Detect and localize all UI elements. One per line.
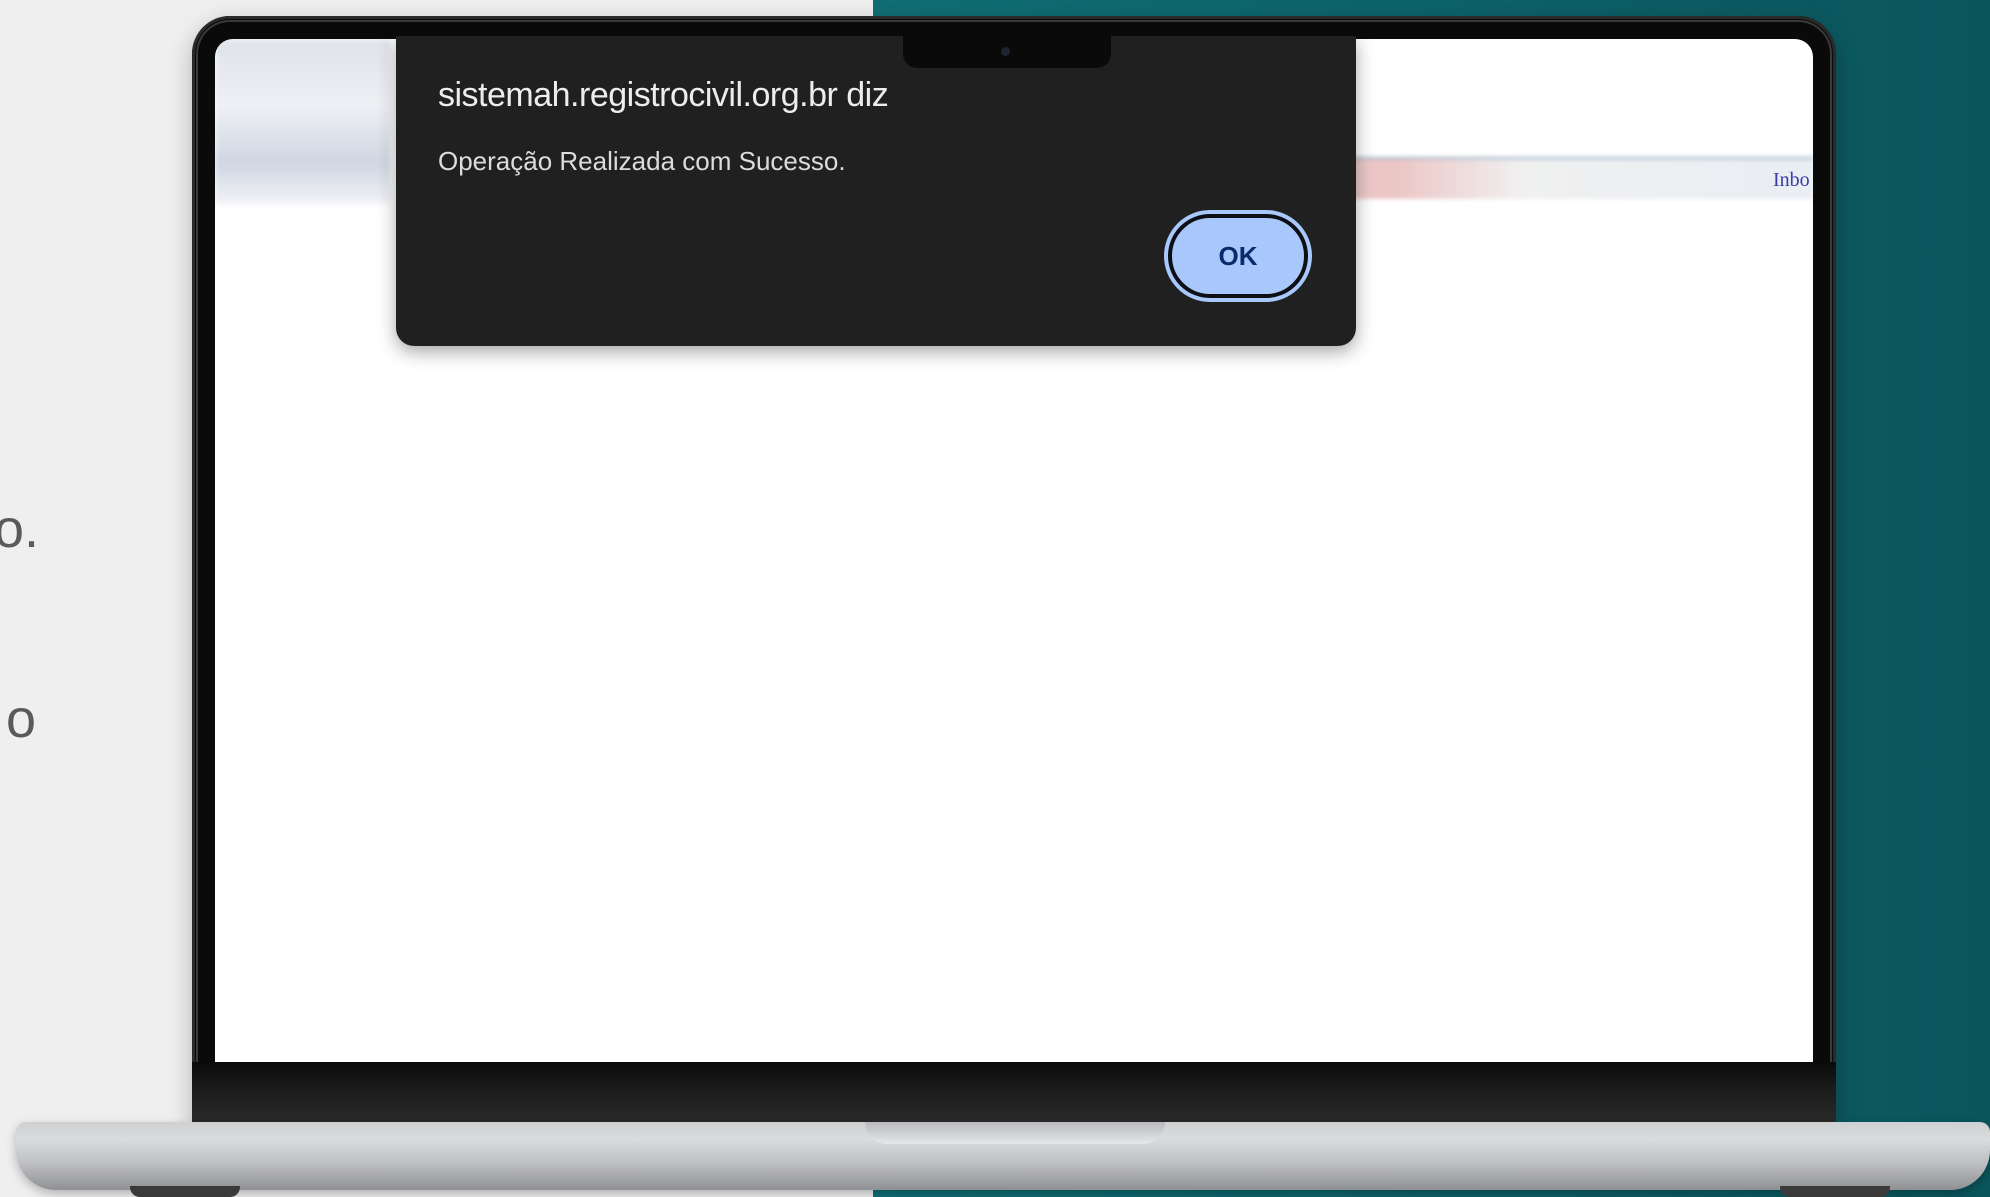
laptop-foot-right [1780,1186,1890,1197]
alert-title: sistemah.registrocivil.org.br diz [438,76,889,114]
alert-message: Operação Realizada com Sucesso. [438,146,846,176]
side-text-line-1: o. [0,499,40,559]
laptop-opening-notch [865,1122,1165,1144]
inbox-link[interactable]: Inbo [1773,169,1810,192]
side-text-line-2: o [6,689,37,749]
screen-bottom-bezel [192,1062,1836,1126]
camera-notch [903,36,1111,68]
browser-alert-dialog: sistemah.registrocivil.org.br diz Operaç… [396,36,1356,346]
blurred-header-logo [215,39,390,204]
laptop-foot-left [130,1186,240,1197]
camera-icon [1001,47,1010,56]
blurred-menu-bar [1285,157,1813,199]
ok-button[interactable]: OK [1168,214,1308,298]
